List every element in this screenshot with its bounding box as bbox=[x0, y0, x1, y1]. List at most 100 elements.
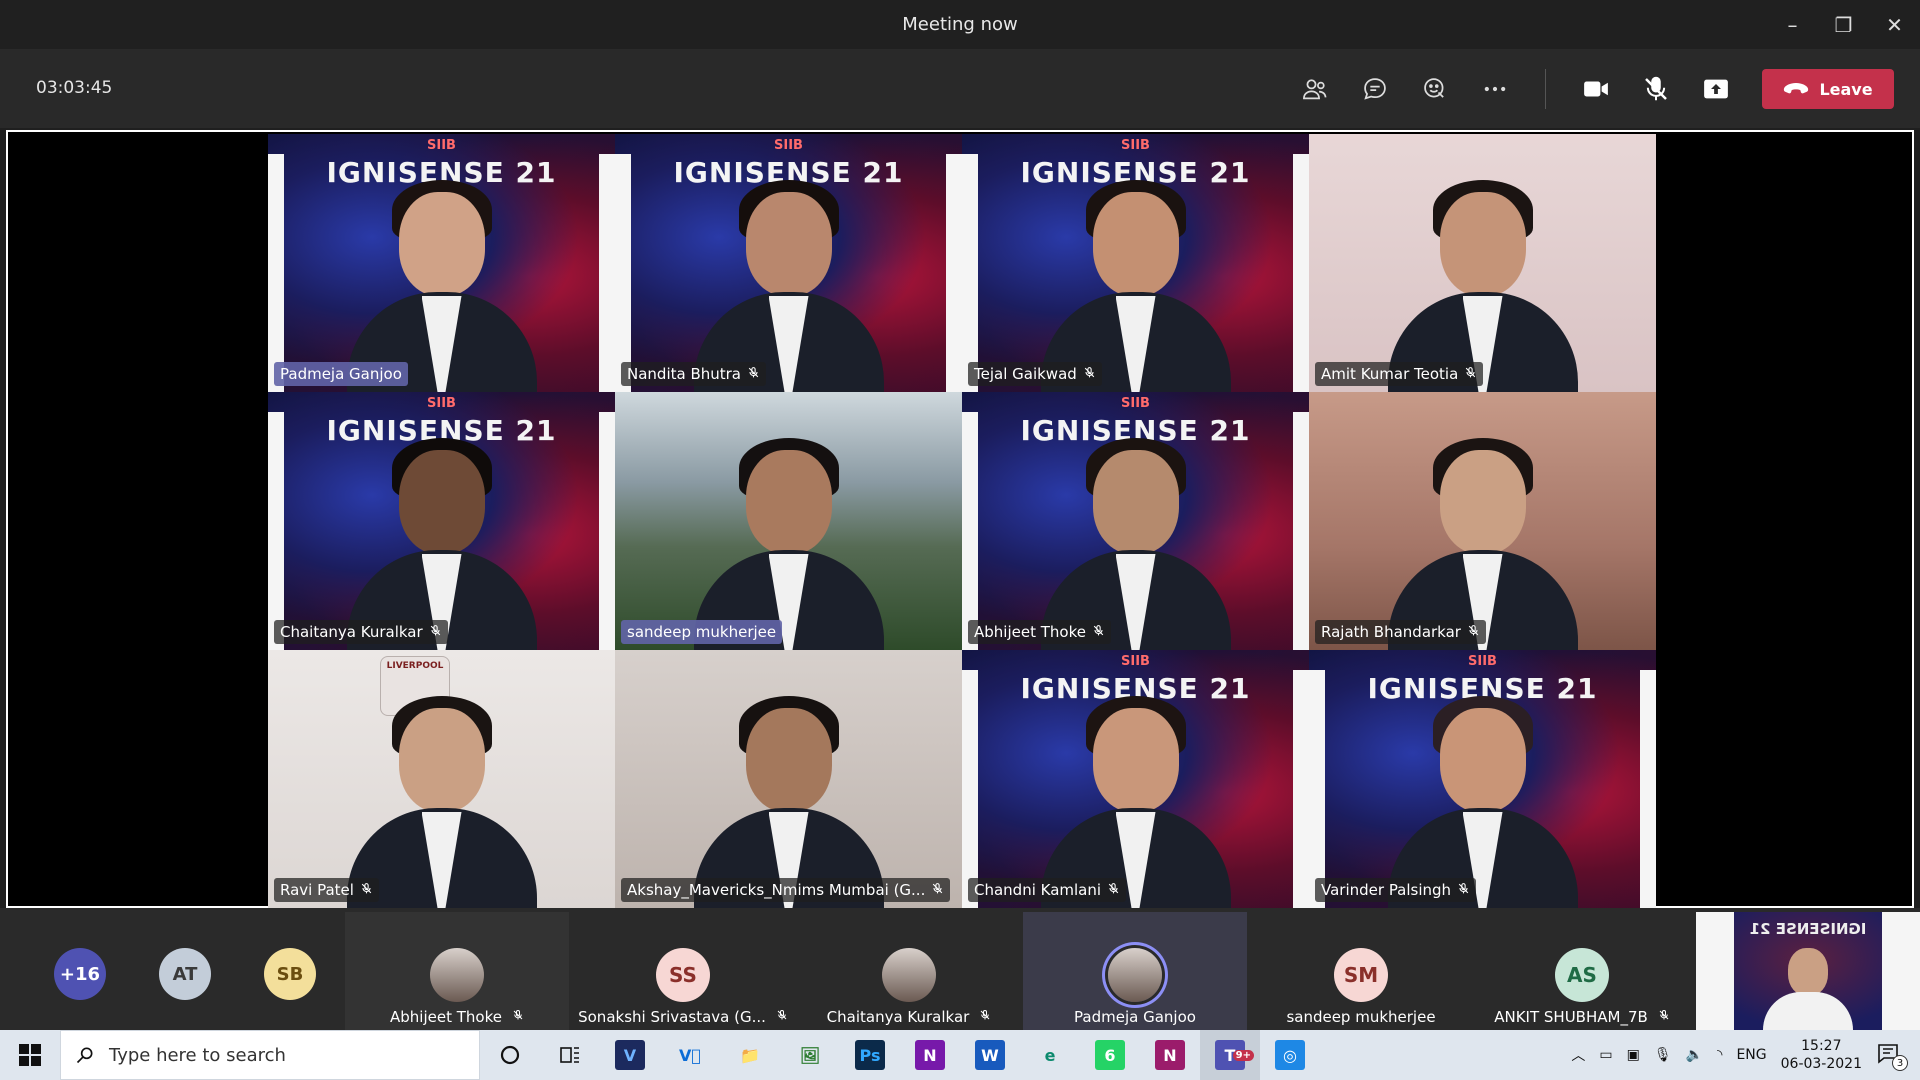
onenote-app-2[interactable]: N bbox=[1140, 1030, 1200, 1080]
participant-name: Varinder Palsingh bbox=[1321, 881, 1452, 899]
window-title: Meeting now bbox=[902, 14, 1018, 35]
volume-icon[interactable]: 🔈 bbox=[1686, 1047, 1703, 1063]
edge-app[interactable]: e bbox=[1020, 1030, 1080, 1080]
video-tile[interactable]: LIVERPOOL Ravi Patel bbox=[268, 650, 615, 908]
roster-participant[interactable]: AS ANKIT SHUBHAM_7B bbox=[1470, 912, 1694, 1030]
wifi-icon[interactable]: ◝ bbox=[1717, 1047, 1722, 1063]
word-app[interactable]: W bbox=[960, 1030, 1020, 1080]
avatar-initials: SS bbox=[669, 963, 697, 987]
roster-participant[interactable]: Chaitanya Kuralkar bbox=[797, 912, 1021, 1030]
video-tile[interactable]: SIIB IGNISENSE 21 Chaitanya Kuralkar bbox=[268, 392, 615, 650]
visual-studio-app[interactable]: V⃝ bbox=[660, 1030, 720, 1080]
participant-name: sandeep mukherjee bbox=[1286, 1008, 1436, 1026]
onenote-app[interactable]: N bbox=[900, 1030, 960, 1080]
brand-logo: SIIB bbox=[1468, 654, 1497, 669]
taskbar-clock[interactable]: 15:27 06-03-2021 bbox=[1781, 1037, 1862, 1073]
share-icon bbox=[1704, 79, 1728, 99]
show-hidden-icons[interactable]: ︿ bbox=[1571, 1045, 1585, 1065]
video-tile[interactable]: SIIB IGNISENSE 21 Tejal Gaikwad bbox=[962, 134, 1309, 392]
mic-off-icon bbox=[1457, 881, 1470, 900]
participant-video bbox=[346, 420, 537, 650]
minimize-button[interactable]: – bbox=[1767, 0, 1818, 50]
app-icon: N bbox=[915, 1040, 945, 1070]
brand-logo: SIIB bbox=[427, 396, 456, 411]
app-icon: 6 bbox=[1095, 1040, 1125, 1070]
maximize-button[interactable]: ❐ bbox=[1818, 0, 1869, 50]
video-tile[interactable]: SIIB IGNISENSE 21 Varinder Palsingh bbox=[1309, 650, 1656, 908]
banner-pole bbox=[1293, 154, 1309, 392]
mic-off-icon bbox=[931, 881, 944, 900]
participant-video bbox=[1040, 420, 1231, 650]
participant-strip: +16 AT SB IGNISENSE 21 Abhijeet Thoke SS S… bbox=[0, 908, 1920, 1030]
mic-off-icon bbox=[1464, 365, 1477, 384]
app-icon: 🖼 bbox=[795, 1040, 825, 1070]
avatar-initials: SM bbox=[1343, 963, 1379, 987]
reactions-button[interactable] bbox=[1405, 59, 1465, 119]
brand-logo: SIIB bbox=[1121, 396, 1150, 411]
roster-participant[interactable]: Abhijeet Thoke bbox=[345, 912, 569, 1030]
meet-now-icon[interactable]: ▣ bbox=[1627, 1047, 1640, 1063]
cortana-button[interactable] bbox=[480, 1030, 540, 1080]
video-tile[interactable]: Rajath Bhandarkar bbox=[1309, 392, 1656, 650]
input-language[interactable]: ENG bbox=[1736, 1047, 1766, 1063]
more-actions-button[interactable] bbox=[1465, 59, 1525, 119]
vs-code-insiders-app[interactable]: V bbox=[600, 1030, 660, 1080]
participant-video bbox=[1040, 162, 1231, 392]
meeting-controls: Leave bbox=[1285, 50, 1920, 128]
avatar-initials: SB bbox=[276, 963, 304, 985]
video-tile[interactable]: SIIB IGNISENSE 21 Chandni Kamlani bbox=[962, 650, 1309, 908]
participants-button[interactable] bbox=[1285, 59, 1345, 119]
participant-avatar-sb[interactable]: SB bbox=[264, 948, 316, 1000]
windows-taskbar: Type here to search V V⃝ 📁 🖼 Ps N We 6 N T 9+ ◎ ︿ ▭… bbox=[0, 1030, 1920, 1080]
roster-participant[interactable]: Padmeja Ganjoo bbox=[1023, 912, 1247, 1030]
start-button[interactable] bbox=[0, 1030, 60, 1080]
brand-logo: SIIB bbox=[1121, 138, 1150, 153]
file-explorer-app[interactable]: 📁 bbox=[720, 1030, 780, 1080]
photos-app[interactable]: 🖼 bbox=[780, 1030, 840, 1080]
task-view-icon bbox=[560, 1047, 579, 1063]
overflow-participants-badge[interactable]: +16 bbox=[54, 948, 106, 1000]
participant-avatar: AS bbox=[1555, 948, 1609, 1002]
task-view-button[interactable] bbox=[540, 1030, 600, 1080]
whatsapp-app[interactable]: 6 bbox=[1080, 1030, 1140, 1080]
app-icon: e bbox=[1035, 1040, 1065, 1070]
close-button[interactable]: ✕ bbox=[1869, 0, 1920, 50]
roster-participant[interactable]: SM sandeep mukherjee bbox=[1249, 912, 1473, 1030]
participant-avatar-at[interactable]: AT bbox=[159, 948, 211, 1000]
meeting-timer: 03:03:45 bbox=[36, 78, 113, 98]
participant-video bbox=[693, 420, 884, 650]
teams-app[interactable]: T 9+ bbox=[1200, 1030, 1260, 1080]
banner-pole bbox=[1293, 670, 1309, 908]
roster-name-row: ANKIT SHUBHAM_7B bbox=[1470, 1008, 1694, 1026]
notifications-button[interactable]: 3 bbox=[1876, 1041, 1908, 1071]
banner-pole bbox=[962, 670, 978, 908]
participant-name: Chandni Kamlani bbox=[974, 881, 1102, 899]
leave-button[interactable]: Leave bbox=[1762, 69, 1894, 109]
banner-pole bbox=[268, 154, 284, 392]
video-tile[interactable]: Akshay_Mavericks_Nmims Mumbai (G... bbox=[615, 650, 962, 908]
chat-button[interactable] bbox=[1345, 59, 1405, 119]
overflow-count: +16 bbox=[59, 963, 101, 985]
share-screen-button[interactable] bbox=[1686, 59, 1746, 119]
system-tray: ︿ ▭ ▣ 🎙 🔈 ◝ ENG 15:27 06-03-2021 3 bbox=[1571, 1030, 1920, 1080]
self-view[interactable]: IGNISENSE 21 bbox=[1696, 912, 1920, 1030]
app-badge: 9+ bbox=[1232, 1050, 1254, 1061]
video-tile[interactable]: SIIB IGNISENSE 21 Nandita Bhutra bbox=[615, 134, 962, 392]
avatar-initials: AT bbox=[172, 963, 198, 985]
brand-logo: SIIB bbox=[427, 138, 456, 153]
meeting-app[interactable]: ◎ bbox=[1260, 1030, 1320, 1080]
hang-up-icon bbox=[1784, 83, 1809, 94]
video-tile[interactable]: sandeep mukherjee bbox=[615, 392, 962, 650]
taskbar-search[interactable]: Type here to search bbox=[60, 1030, 480, 1080]
participant-video bbox=[346, 162, 537, 392]
microphone-icon[interactable]: 🎙 bbox=[1654, 1047, 1672, 1063]
camera-button[interactable] bbox=[1566, 59, 1626, 119]
battery-icon[interactable]: ▭ bbox=[1599, 1047, 1612, 1063]
participant-name: Padmeja Ganjoo bbox=[1074, 1008, 1196, 1026]
video-tile[interactable]: Amit Kumar Teotia bbox=[1309, 134, 1656, 392]
roster-participant[interactable]: SS Sonakshi Srivastava (G... bbox=[571, 912, 795, 1030]
mic-button[interactable] bbox=[1626, 59, 1686, 119]
photoshop-app[interactable]: Ps bbox=[840, 1030, 900, 1080]
video-tile[interactable]: SIIB IGNISENSE 21 Padmeja Ganjoo bbox=[268, 134, 615, 392]
video-tile[interactable]: SIIB IGNISENSE 21 Abhijeet Thoke bbox=[962, 392, 1309, 650]
